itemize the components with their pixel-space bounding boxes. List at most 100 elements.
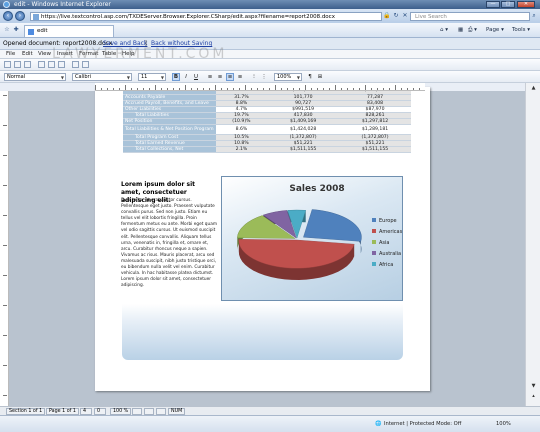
zoom-value: 100% (277, 74, 292, 80)
legend-label: Asia (379, 240, 389, 246)
ruler-tick (263, 88, 264, 90)
horizontal-ruler[interactable] (95, 83, 425, 91)
print-icon[interactable]: ⎙ ▾ (468, 26, 477, 35)
legend-label: Australia (379, 251, 401, 257)
style-select[interactable]: Normal ▼ (4, 73, 66, 81)
table-cell[interactable]: $1,511,155 (339, 146, 411, 153)
lock-icon[interactable]: 🔒 (383, 12, 391, 20)
formatting-toolbar: Normal ▼ Calibri ▼ 11 ▼ B I U ≡ ≡ ≡ ≡ ⁝ ⋮ 1… (0, 71, 540, 83)
home-icon[interactable]: ⌂ ▾ (440, 26, 448, 35)
row-label[interactable]: Total Liabilities & Net Position Program (123, 124, 216, 135)
refresh-icon[interactable]: ↻ (392, 12, 400, 20)
table-cell[interactable]: 8.6% (215, 124, 268, 135)
ruler-tick (401, 88, 402, 90)
window-title: edit - Windows Internet Explorer (14, 1, 111, 8)
row-label[interactable]: Accrued Payroll, Benefits, and Leave (123, 100, 216, 107)
ruler-tick (359, 88, 360, 90)
tools-menu[interactable]: Tools ▾ (512, 26, 530, 35)
open-icon[interactable] (14, 61, 21, 68)
forward-button[interactable]: › (15, 11, 25, 21)
zoom-level[interactable]: 100% (496, 421, 511, 427)
add-favorites-icon[interactable]: ✚ (12, 26, 20, 34)
legend-swatch (372, 262, 376, 266)
font-size-select[interactable]: 11 ▼ (138, 73, 166, 81)
vertical-ruler[interactable] (0, 91, 9, 406)
blue-gradient-box (122, 304, 403, 360)
undo-icon[interactable] (72, 61, 79, 68)
document-page[interactable]: Deferred Revenue21.5%$708,754$579,596Acc… (95, 87, 430, 391)
align-center-icon[interactable]: ≡ (216, 73, 224, 81)
numbering-icon[interactable]: ⋮ (260, 73, 268, 81)
page-menu[interactable]: Page ▾ (486, 26, 504, 35)
ruler-tick (3, 275, 7, 276)
status-page: Page 1 of 1 (46, 408, 79, 415)
paste-icon[interactable] (58, 61, 65, 68)
ruler-tick (107, 88, 108, 90)
menu-edit[interactable]: Edit (22, 51, 33, 57)
vertical-scrollbar[interactable]: ▲ ▼ ▴ (525, 83, 540, 406)
pie-slice-europe[interactable] (303, 209, 362, 242)
cut-icon[interactable] (38, 61, 45, 68)
ruler-tick (149, 88, 150, 90)
style-value: Normal (7, 74, 26, 80)
financial-table[interactable]: Deferred Revenue21.5%$708,754$579,596Acc… (123, 88, 411, 153)
menu-file[interactable]: File (6, 51, 15, 57)
search-input[interactable]: Live Search (410, 12, 530, 21)
copy-icon[interactable] (48, 61, 55, 68)
lorem-paragraph[interactable]: Duis tortor at erat auctor cursus. Pelle… (121, 198, 219, 289)
underline-button[interactable]: U (192, 73, 200, 81)
window-titlebar[interactable]: edit - Windows Internet Explorer — □ ✕ (0, 0, 540, 9)
new-icon[interactable] (4, 61, 11, 68)
align-right-icon[interactable]: ≡ (226, 73, 234, 81)
zoom-select[interactable]: 100% ▼ (274, 73, 302, 81)
favorites-star-icon[interactable]: ☆ (3, 26, 11, 34)
tab-edit[interactable]: edit (24, 25, 114, 37)
stop-icon[interactable]: ✕ (401, 12, 409, 20)
ruler-tick (161, 88, 162, 90)
url-text: https://live.textcontrol.asp.com/TXDESer… (41, 14, 335, 20)
security-zone[interactable]: Internet | Protected Mode: Off (384, 421, 461, 427)
pilcrow-button[interactable]: ¶ (306, 73, 314, 81)
table-cell[interactable]: $1,511,155 (267, 146, 340, 153)
ruler-tick (353, 88, 354, 90)
ruler-tick (245, 85, 246, 90)
align-left-icon[interactable]: ≡ (206, 73, 214, 81)
search-icon[interactable]: ⌕ (530, 12, 538, 20)
table-row[interactable]: Total Collections, Net 2.1% $1,511,155 $1,5… (123, 146, 411, 153)
italic-button[interactable]: I (182, 73, 190, 81)
ruler-tick (209, 88, 210, 90)
justify-icon[interactable]: ≡ (236, 73, 244, 81)
legend-swatch (372, 229, 376, 233)
sales-chart[interactable]: Sales 2008 Europe Americas Asia Australia Afr… (221, 176, 403, 301)
ruler-tick (221, 88, 222, 90)
close-button[interactable]: ✕ (517, 1, 535, 8)
ruler-tick (371, 88, 372, 90)
table-cell[interactable]: $1,424,028 (267, 124, 340, 135)
status-num: NUM (168, 408, 186, 415)
table-cell[interactable]: $1,289,181 (339, 124, 411, 135)
feeds-icon[interactable]: ▦ (458, 26, 463, 35)
save-icon[interactable] (24, 61, 31, 68)
table-grid-icon[interactable]: ⊞ (316, 73, 324, 81)
command-bar: ☆ ✚ edit ⌂ ▾ ▦ ⎙ ▾ Page ▾ Tools ▾ (0, 23, 540, 38)
minimize-button[interactable]: — (486, 1, 500, 8)
scroll-down-icon[interactable]: ▼ (529, 383, 538, 390)
ruler-tick (227, 88, 228, 90)
bullets-icon[interactable]: ⁝ (250, 73, 258, 81)
url-field[interactable]: https://live.textcontrol.asp.com/TXDESer… (30, 12, 382, 21)
maximize-button[interactable]: □ (501, 1, 515, 8)
row-label[interactable]: Total Collections, Net (123, 146, 216, 153)
prev-page-icon[interactable]: ▴ (529, 393, 538, 400)
menu-view[interactable]: View (38, 51, 51, 57)
redo-icon[interactable] (82, 61, 89, 68)
ruler-tick (143, 88, 144, 90)
scroll-up-icon[interactable]: ▲ (529, 85, 538, 92)
status-empty-1 (132, 408, 142, 415)
ruler-tick (3, 215, 7, 216)
table-cell[interactable]: 2.1% (215, 146, 268, 153)
table-row[interactable]: Total Liabilities & Net Position Program… (123, 124, 411, 135)
bold-button[interactable]: B (172, 73, 180, 81)
ruler-tick (3, 395, 7, 396)
font-select[interactable]: Calibri ▼ (72, 73, 132, 81)
back-button[interactable]: ‹ (3, 11, 13, 21)
